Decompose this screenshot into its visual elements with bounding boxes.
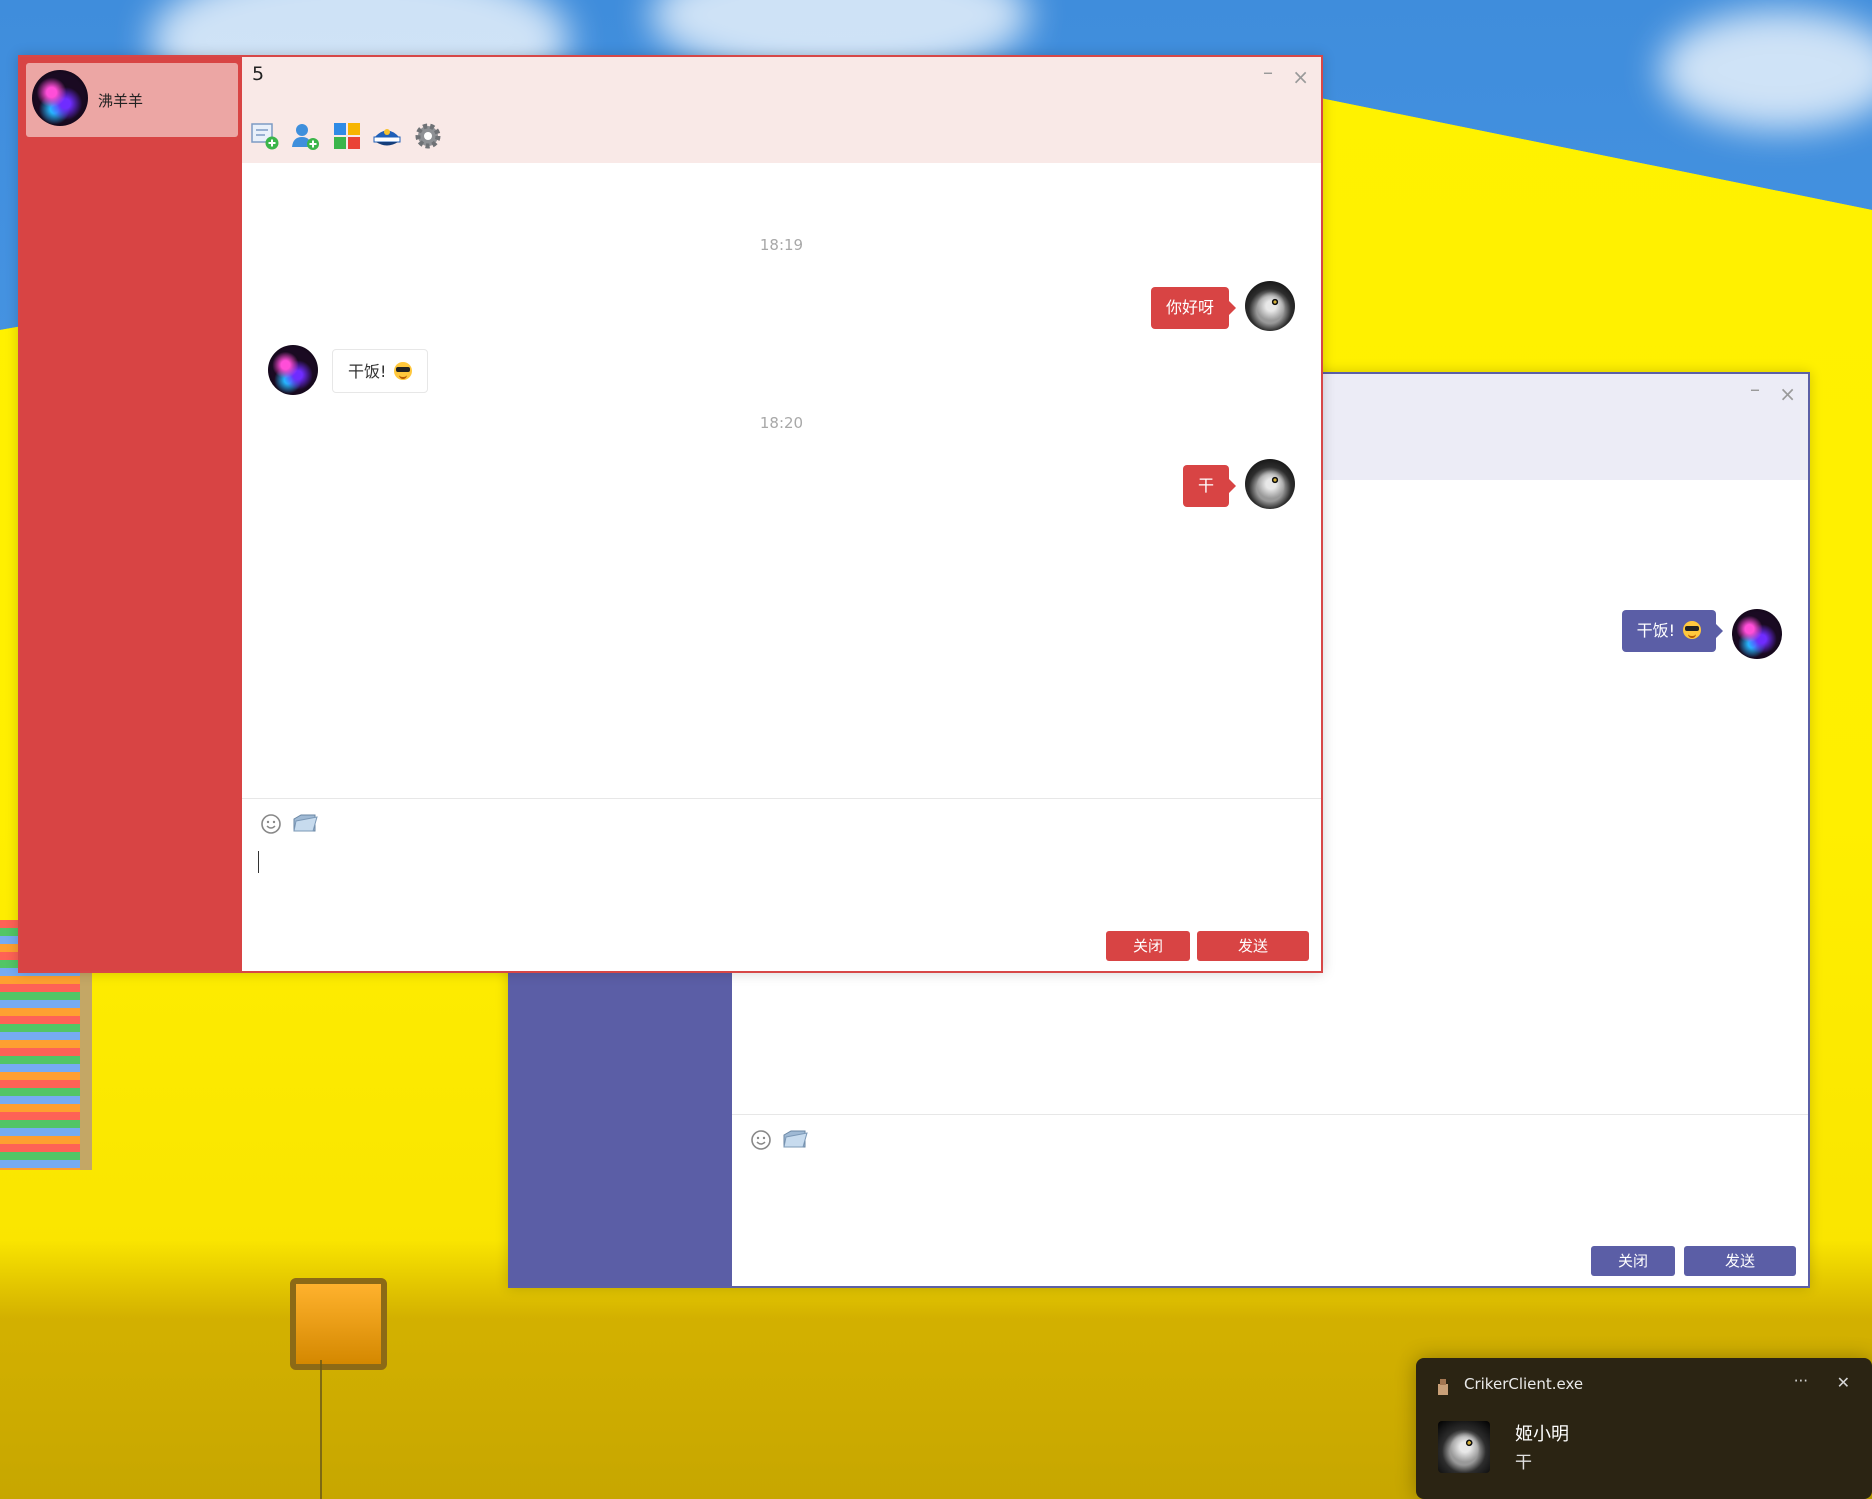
incoming-message-bubble: 干饭! bbox=[332, 349, 429, 393]
close-button[interactable]: 关闭 bbox=[1106, 931, 1190, 961]
minimize-button[interactable]: – bbox=[1263, 62, 1273, 82]
message-text: 干 bbox=[1197, 476, 1214, 495]
more-options-button[interactable]: ··· bbox=[1794, 1372, 1808, 1390]
add-chat-icon[interactable] bbox=[250, 121, 280, 151]
time-separator: 18:19 bbox=[759, 236, 804, 254]
close-window-button[interactable]: × bbox=[1779, 384, 1796, 404]
text-cursor bbox=[258, 851, 259, 873]
settings-gear-icon[interactable] bbox=[413, 121, 443, 151]
toast-app-name: CrikerClient.exe bbox=[1464, 1375, 1584, 1393]
cool-sunglasses-emoji-icon bbox=[394, 362, 413, 380]
outgoing-message-bubble: 你好呀 bbox=[1150, 287, 1237, 329]
close-window-button[interactable]: × bbox=[1292, 67, 1309, 87]
message-text-input[interactable] bbox=[254, 847, 1309, 903]
contact-name: 沸羊羊 bbox=[98, 92, 144, 110]
police-hat-icon[interactable] bbox=[372, 121, 402, 151]
attach-file-icon[interactable] bbox=[782, 1127, 808, 1151]
cool-sunglasses-emoji-icon bbox=[1683, 621, 1701, 639]
time-separator: 18:20 bbox=[759, 414, 804, 432]
app-grid-icon[interactable] bbox=[332, 121, 362, 151]
message-text: 干饭! bbox=[1636, 621, 1675, 640]
app-icon bbox=[1438, 1379, 1448, 1395]
avatar bbox=[1245, 459, 1295, 509]
contact-avatar-icon bbox=[32, 70, 88, 126]
chat-title: 5 bbox=[252, 63, 265, 85]
notification-toast[interactable]: CrikerClient.exe ··· ✕ 姬小明 干 bbox=[1416, 1358, 1872, 1499]
toast-sender-name: 姬小明 bbox=[1515, 1424, 1569, 1445]
avatar bbox=[268, 345, 318, 395]
chat-window-red: 沸羊羊 5 – × 18:19 你好呀 干饭! 18:20 干 关闭 发送 bbox=[18, 55, 1323, 973]
message-text: 你好呀 bbox=[1165, 298, 1214, 317]
toast-message-text: 干 bbox=[1515, 1453, 1532, 1473]
close-button[interactable]: 关闭 bbox=[1591, 1246, 1675, 1276]
message-list: 18:19 你好呀 干饭! 18:20 干 bbox=[242, 163, 1321, 748]
emoji-icon[interactable] bbox=[260, 813, 282, 835]
sender-avatar bbox=[1438, 1421, 1490, 1473]
contact-sidebar: 沸羊羊 bbox=[20, 57, 242, 971]
lamp-wire bbox=[320, 1360, 322, 1499]
dismiss-notification-button[interactable]: ✕ bbox=[1837, 1373, 1850, 1392]
avatar bbox=[1245, 281, 1295, 331]
attach-file-icon[interactable] bbox=[292, 811, 318, 835]
chat-main-panel: 5 – × 18:19 你好呀 干饭! 18:20 干 关闭 发送 bbox=[242, 57, 1321, 971]
chat-header: 5 – × bbox=[242, 57, 1321, 163]
message-input-area: 关闭 发送 bbox=[242, 798, 1321, 971]
message-input-area: 关闭 发送 bbox=[732, 1114, 1808, 1286]
contact-list-item[interactable]: 沸羊羊 bbox=[26, 63, 238, 137]
wall-lamp bbox=[290, 1278, 387, 1370]
outgoing-message-bubble: 干饭! bbox=[1621, 610, 1724, 652]
minimize-button[interactable]: – bbox=[1750, 379, 1760, 399]
add-friend-icon[interactable] bbox=[290, 121, 320, 151]
send-button[interactable]: 发送 bbox=[1684, 1246, 1796, 1276]
outgoing-message-bubble: 干 bbox=[1182, 465, 1237, 507]
message-text: 干饭! bbox=[348, 362, 387, 381]
avatar bbox=[1732, 609, 1782, 659]
emoji-icon[interactable] bbox=[750, 1129, 772, 1151]
send-button[interactable]: 发送 bbox=[1197, 931, 1309, 961]
